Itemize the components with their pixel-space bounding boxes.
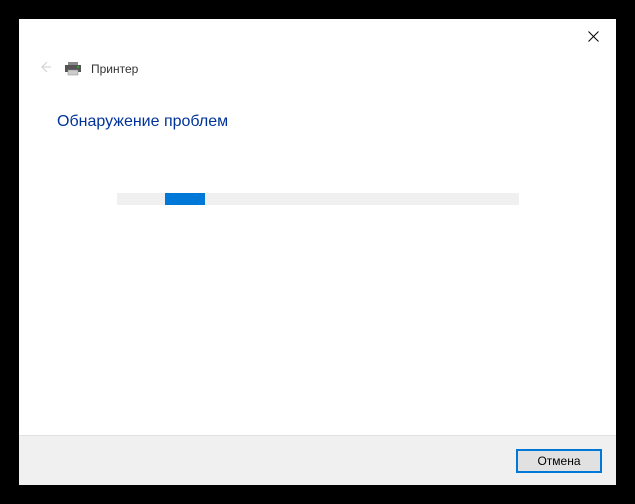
titlebar — [19, 19, 616, 55]
content-area: Обнаружение проблем — [19, 83, 616, 435]
main-heading: Обнаружение проблем — [57, 113, 578, 131]
close-button[interactable] — [570, 23, 616, 53]
close-icon — [588, 29, 599, 47]
back-button — [35, 59, 55, 79]
progress-container — [57, 193, 578, 205]
progress-indicator — [165, 193, 205, 205]
header-row: Принтер — [19, 55, 616, 83]
arrow-left-icon — [37, 59, 53, 80]
window-title: Принтер — [91, 62, 138, 76]
progress-bar — [117, 193, 519, 205]
footer: Отмена — [19, 435, 616, 485]
printer-icon — [65, 62, 81, 76]
cancel-button[interactable]: Отмена — [516, 449, 602, 473]
troubleshooter-window: Принтер Обнаружение проблем Отмена — [19, 19, 616, 485]
